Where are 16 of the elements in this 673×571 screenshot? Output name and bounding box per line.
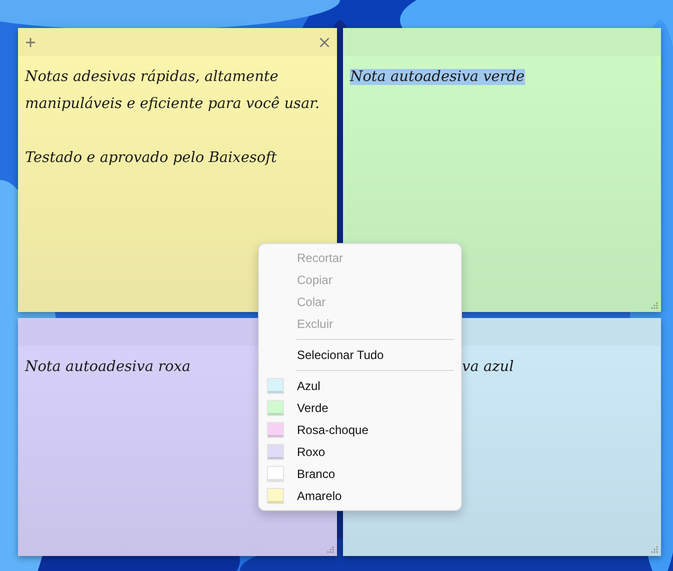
note-text: Testado e aprovado pelo Baixesoft — [25, 150, 277, 166]
close-icon — [320, 38, 329, 46]
menu-item[interactable]: Branco — [297, 465, 336, 483]
plus-icon — [26, 38, 35, 46]
note-text: Nota autoadesiva verde — [350, 69, 525, 85]
close-button[interactable] — [320, 38, 329, 46]
note-text: va azul — [462, 359, 514, 375]
menu-item[interactable]: Selecionar Tudo — [259, 344, 461, 366]
menu-item[interactable]: Rosa-choque — [297, 421, 368, 439]
menu-item[interactable]: Verde — [297, 399, 328, 417]
menu-item[interactable]: Amarelo — [297, 487, 342, 505]
note-text: Notas adesivas rápidas, altamente manipuláveis e eficiente para você usar. — [25, 69, 320, 112]
note-text: Nota autoadesiva roxa — [25, 359, 191, 375]
menu-item[interactable]: Roxo — [297, 443, 326, 461]
add-note-button[interactable] — [26, 38, 35, 46]
menu-item[interactable]: Azul — [297, 377, 320, 395]
